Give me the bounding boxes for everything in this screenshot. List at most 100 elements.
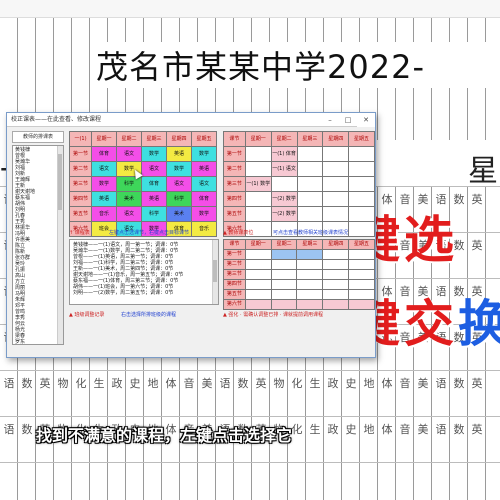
free-slot-cell[interactable]	[296, 259, 324, 270]
free-slot-cell[interactable]	[296, 249, 324, 260]
teacher-lesson-cell[interactable]	[244, 161, 272, 177]
class-lesson-cell[interactable]: 音乐	[191, 221, 217, 237]
free-slot-cell[interactable]	[348, 299, 375, 310]
free-slot-cell[interactable]	[296, 299, 324, 310]
document-cell-glyph: 英	[471, 423, 483, 436]
free-slot-cell[interactable]	[270, 279, 298, 290]
teacher-lesson-cell[interactable]	[244, 146, 272, 162]
document-cell-glyph: 物	[57, 377, 69, 390]
teacher_grid-day-header: 星期四	[322, 131, 350, 147]
class-lesson-cell[interactable]: 科学	[166, 191, 192, 207]
class-lesson-cell[interactable]: 体育	[91, 146, 117, 162]
class-lesson-cell[interactable]: 数学	[141, 146, 167, 162]
teacher-lesson-cell[interactable]	[322, 161, 350, 177]
teacher-lesson-cell[interactable]	[296, 146, 324, 162]
teacher-lesson-cell[interactable]	[244, 206, 272, 222]
free-slot-cell[interactable]	[244, 299, 272, 310]
free-slot-cell[interactable]	[296, 289, 324, 300]
teacher-lesson-cell[interactable]	[296, 206, 324, 222]
class-lesson-cell[interactable]: 体育	[191, 191, 217, 207]
free-slot-cell[interactable]	[244, 259, 272, 270]
free_grid-day-header: 星期四	[322, 239, 350, 250]
free-slot-cell[interactable]	[270, 289, 298, 300]
free-slot-cell[interactable]	[296, 269, 324, 280]
free-slot-cell[interactable]	[244, 289, 272, 300]
free-slot-cell[interactable]	[244, 269, 272, 280]
free-slot-cell[interactable]	[270, 269, 298, 280]
teacher-lesson-cell[interactable]: 一(2) 数学	[270, 206, 298, 222]
teacher-lesson-cell[interactable]	[322, 146, 350, 162]
class-lesson-cell[interactable]: 语文	[91, 161, 117, 177]
free-slot-cell[interactable]	[322, 289, 350, 300]
class-lesson-cell[interactable]: 语文	[166, 176, 192, 192]
class-lesson-cell[interactable]: 英语	[166, 146, 192, 162]
class-lesson-cell[interactable]: 语文	[116, 206, 142, 222]
teacher-lesson-cell[interactable]	[244, 191, 272, 207]
log-hint: 右击选择所排班级的课程	[121, 312, 177, 318]
free-slot-cell[interactable]	[322, 249, 350, 260]
teacher-lesson-cell[interactable]	[348, 146, 375, 162]
free-slot-cell[interactable]	[322, 259, 350, 270]
class-lesson-cell[interactable]: 体育	[141, 176, 167, 192]
log-scrollbar[interactable]	[212, 240, 218, 304]
class_grid-day-header: 星期二	[116, 131, 142, 147]
class-lesson-cell[interactable]: 语文	[116, 146, 142, 162]
free-slot-cell[interactable]	[322, 279, 350, 290]
minimize-icon[interactable]: –	[321, 113, 339, 127]
maximize-icon[interactable]: □	[339, 113, 357, 127]
class-lesson-cell[interactable]: 科学	[116, 176, 142, 192]
teacher-lesson-cell[interactable]	[348, 221, 375, 237]
free-slot-cell[interactable]	[348, 289, 375, 300]
free-slot-cell[interactable]	[296, 279, 324, 290]
teacher-lesson-cell[interactable]	[348, 161, 375, 177]
window-titlebar[interactable]: 校正课表——在此查看、修改课程 – □ ✕	[7, 113, 375, 127]
class-lesson-cell[interactable]: 数学	[166, 161, 192, 177]
teacher-list[interactable]: 黄钱棣 曾根 吴瀚华 刘福 刘新 王瀚辉 王新 谢天谢地 蔡东福 胡伟 刘明 孔春 王秀 林振华 冯明 许惠美…	[12, 145, 64, 345]
free-slot-cell[interactable]	[270, 249, 298, 260]
free-slot-cell[interactable]	[270, 259, 298, 270]
class-lesson-cell[interactable]: 美术	[116, 191, 142, 207]
free-slot-cell[interactable]	[348, 269, 375, 280]
teacher-lesson-cell[interactable]: 一(1) 体育	[270, 146, 298, 162]
free-slot-cell[interactable]	[322, 269, 350, 280]
teacher-lesson-cell[interactable]	[348, 191, 375, 207]
class-lesson-cell[interactable]: 英语	[191, 161, 217, 177]
document-cell-glyph: 政	[327, 423, 339, 436]
class-lesson-cell[interactable]: 数学	[191, 146, 217, 162]
class-lesson-cell[interactable]: 数学	[91, 176, 117, 192]
teacher-lesson-cell[interactable]	[322, 176, 350, 192]
free-slot-cell[interactable]	[348, 249, 375, 260]
free-slot-cell[interactable]	[244, 279, 272, 290]
free-slot-cell[interactable]	[270, 299, 298, 310]
teacher-list-scrollbar[interactable]	[57, 146, 63, 344]
teacher-lesson-cell[interactable]: 一(1) 语文	[270, 161, 298, 177]
free-slot-cell[interactable]	[348, 259, 375, 270]
class_grid-period-header: 第一节	[69, 146, 92, 162]
adjustment-log[interactable]: 黄钱棣——一(1)语文，周一第一节；调课：0节 吴瀚华——一(1)数学，周二第二节…	[69, 239, 219, 305]
class-lesson-cell[interactable]: 美术	[166, 206, 192, 222]
teacher-list-item[interactable]: 罗东	[15, 339, 61, 344]
teacher-lesson-cell[interactable]	[322, 191, 350, 207]
class-lesson-cell[interactable]: 音乐	[91, 206, 117, 222]
class-lesson-cell[interactable]: 英语	[141, 191, 167, 207]
free-slot-cell[interactable]	[322, 299, 350, 310]
class-lesson-cell[interactable]: 语文	[191, 176, 217, 192]
teacher-lesson-cell[interactable]	[322, 206, 350, 222]
free-slot-cell[interactable]	[244, 249, 272, 260]
free-slot-cell[interactable]	[348, 279, 375, 290]
teacher-lesson-cell[interactable]: 一(1) 数学	[244, 176, 272, 192]
class-lesson-cell[interactable]: 科学	[141, 206, 167, 222]
teacher-lesson-cell[interactable]	[296, 161, 324, 177]
teacher-lesson-cell[interactable]: 一(2) 数学	[270, 191, 298, 207]
teacher-lesson-cell[interactable]	[348, 206, 375, 222]
teacher-lesson-cell[interactable]	[296, 191, 324, 207]
close-icon[interactable]: ✕	[357, 113, 375, 127]
teacher-lesson-cell[interactable]	[270, 176, 298, 192]
scroll-thumb[interactable]	[58, 154, 62, 210]
scroll-thumb[interactable]	[213, 260, 217, 282]
teacher-lesson-cell[interactable]	[348, 176, 375, 192]
class-lesson-cell[interactable]: 数学	[191, 206, 217, 222]
teacher-lesson-cell[interactable]	[296, 176, 324, 192]
class-lesson-cell[interactable]: 语文	[141, 161, 167, 177]
class-lesson-cell[interactable]: 英语	[91, 191, 117, 207]
